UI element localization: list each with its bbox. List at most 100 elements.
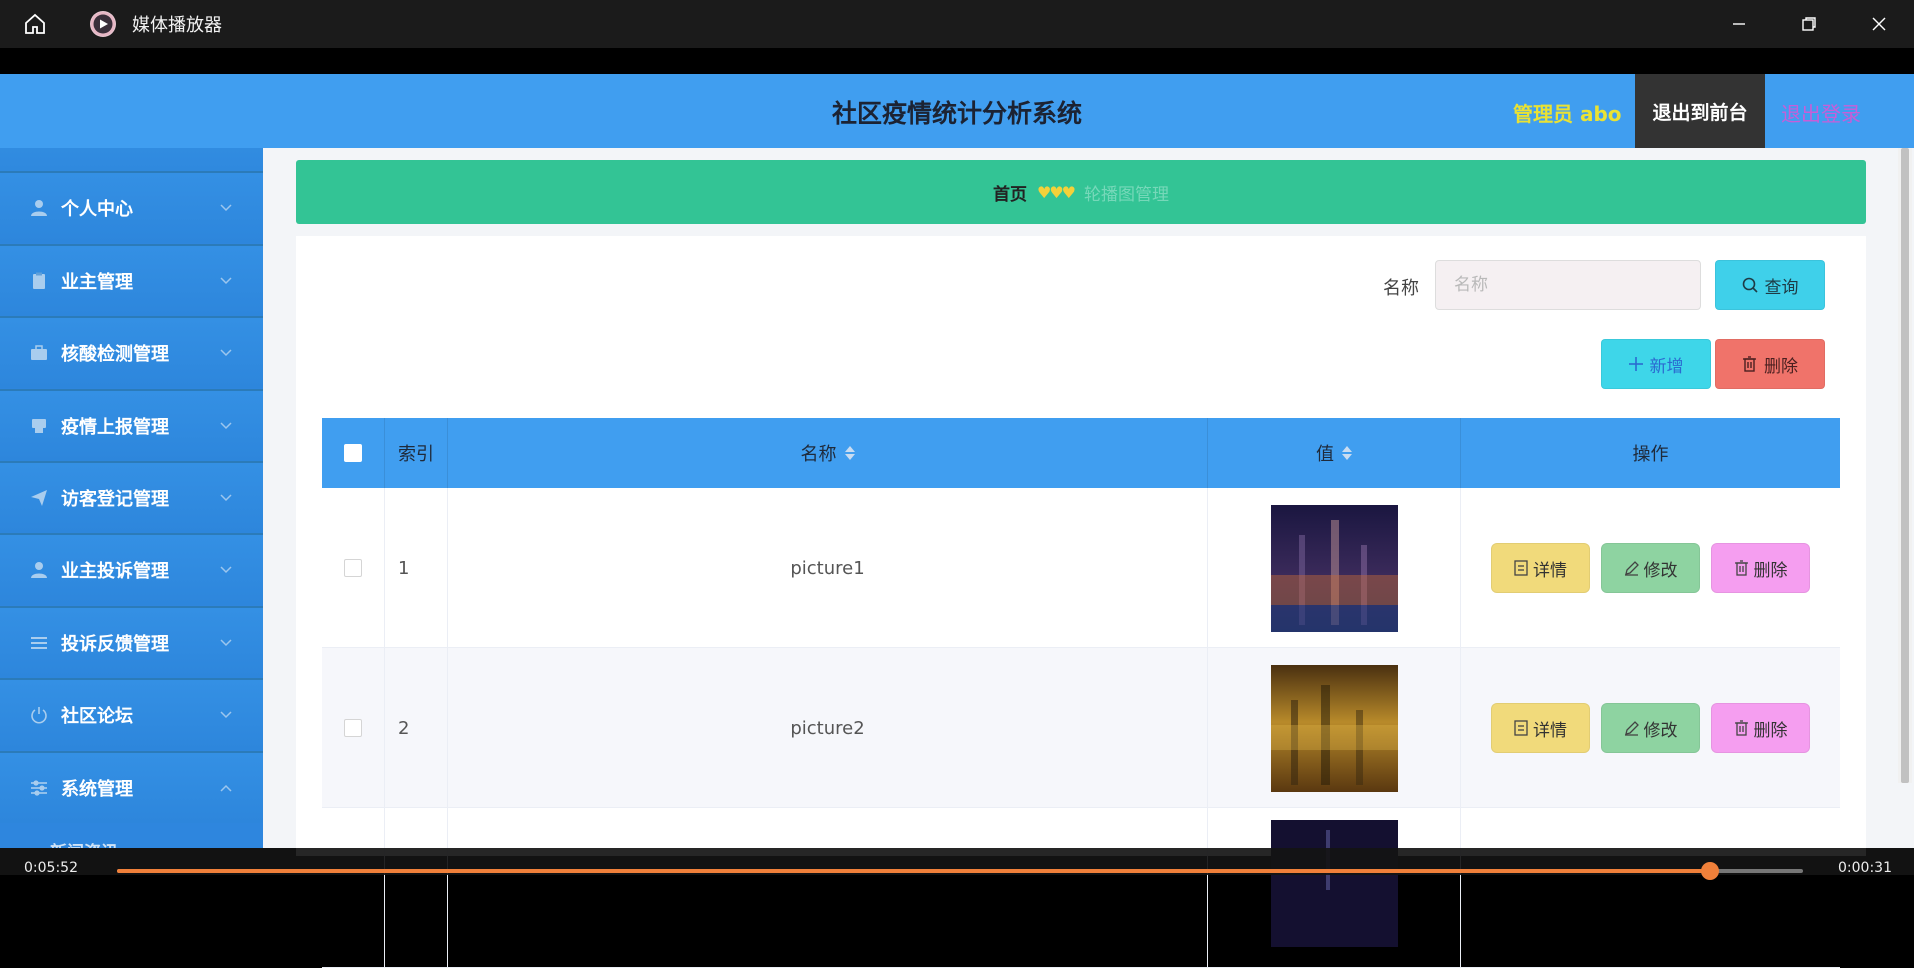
search-label: 名称 — [1383, 278, 1419, 299]
edit-button[interactable]: 修改 — [1601, 543, 1700, 593]
breadcrumb-home[interactable]: 首页 — [993, 180, 1027, 205]
detail-button-label: 详情 — [1533, 720, 1567, 741]
close-button[interactable] — [1844, 0, 1914, 48]
carousel-thumbnail — [1270, 504, 1398, 632]
chevron-down-icon — [219, 708, 233, 722]
chevron-down-icon — [219, 636, 233, 650]
operations-cell: 详情 修改 删除 — [1461, 488, 1840, 648]
trash-icon — [1734, 560, 1748, 576]
chevron-down-icon — [219, 419, 233, 433]
table-row: 2 picture2 详情 修改 删除 — [322, 648, 1840, 808]
sidebar-item-complaint-feedback-management[interactable]: 投诉反馈管理 — [0, 606, 263, 678]
header-value-label: 值 — [1316, 444, 1334, 465]
breadcrumb-current: 轮播图管理 — [1084, 184, 1170, 205]
sort-icon[interactable] — [1342, 446, 1352, 460]
app-title: 社区疫情统计分析系统 — [831, 99, 1082, 128]
document-icon — [1514, 720, 1528, 736]
name-cell: picture1 — [448, 488, 1208, 648]
sort-icon[interactable] — [844, 446, 855, 460]
select-all-checkbox[interactable] — [344, 444, 362, 462]
sidebar-item-community-forum[interactable]: 社区论坛 — [0, 678, 263, 750]
index-cell — [385, 808, 448, 968]
row-index: 1 — [398, 557, 410, 579]
chevron-down-icon — [219, 491, 233, 505]
plus-icon — [1628, 357, 1643, 371]
sidebar-item-owner-management[interactable]: 业主管理 — [0, 244, 263, 316]
edit-button-label: 修改 — [1643, 560, 1678, 581]
name-search-input[interactable] — [1435, 260, 1701, 310]
scrollbar-thumb[interactable] — [1901, 148, 1909, 783]
value-cell — [1208, 648, 1461, 808]
detail-button[interactable]: 详情 — [1491, 543, 1590, 593]
chevron-down-icon — [219, 563, 233, 577]
delete-button[interactable]: 删除 — [1711, 543, 1810, 593]
value-cell — [1208, 488, 1461, 648]
header-operations-label: 操作 — [1632, 444, 1669, 465]
query-button[interactable]: 查询 — [1715, 260, 1825, 310]
sidebar-item-label: 业主投诉管理 — [61, 561, 169, 582]
sidebar-item-label: 社区论坛 — [61, 706, 133, 727]
table-header: 索引 名称 值 操作 — [322, 418, 1840, 488]
batch-delete-button-label: 删除 — [1764, 356, 1798, 377]
add-button[interactable]: 新增 — [1601, 339, 1711, 389]
sidebar-item-system-management[interactable]: 系统管理 — [0, 751, 263, 823]
sidebar-item-nucleic-test-management[interactable]: 核酸检测管理 — [0, 316, 263, 388]
briefcase-icon — [28, 342, 50, 364]
seek-bar-progress — [117, 869, 1711, 873]
row-name: picture2 — [790, 717, 865, 739]
home-icon[interactable] — [18, 7, 52, 41]
sidebar-item-personal-center[interactable]: 个人中心 — [0, 171, 263, 243]
row-select-cell — [322, 808, 385, 968]
carousel-thumbnail — [1270, 820, 1398, 947]
admin-user-label: 管理员 abo — [1513, 102, 1622, 126]
power-icon — [28, 704, 50, 726]
restore-button[interactable] — [1774, 0, 1844, 48]
row-index: 2 — [398, 717, 410, 739]
header-value[interactable]: 值 — [1208, 418, 1461, 488]
header-name[interactable]: 名称 — [448, 418, 1208, 488]
header-operations: 操作 — [1461, 418, 1840, 488]
pencil-icon — [1624, 720, 1639, 736]
letterbox-bar — [0, 48, 1914, 74]
app-header: 社区疫情统计分析系统 管理员 abo 退出到前台 退出登录 — [0, 74, 1914, 148]
edit-button-label: 修改 — [1643, 720, 1678, 741]
row-name: picture1 — [790, 557, 865, 579]
sidebar-item-label: 核酸检测管理 — [61, 344, 169, 365]
page-scrollbar[interactable] — [1898, 148, 1912, 783]
add-button-label: 新增 — [1649, 356, 1684, 377]
sidebar-subitem-news[interactable]: 新闻资讯 — [50, 838, 118, 848]
edit-button[interactable]: 修改 — [1601, 703, 1700, 753]
document-icon — [1514, 560, 1528, 576]
sidebar-item-label: 业主管理 — [61, 272, 133, 293]
delete-button-label: 删除 — [1753, 720, 1788, 741]
logout-link[interactable]: 退出登录 — [1781, 98, 1861, 127]
heart-separator-icon: ♥♥♥ — [1036, 182, 1076, 202]
batch-delete-button[interactable]: 删除 — [1715, 339, 1825, 389]
sidebar-item-epidemic-report-management[interactable]: 疫情上报管理 — [0, 389, 263, 461]
sidebar-item-owner-complaint-management[interactable]: 业主投诉管理 — [0, 533, 263, 605]
remaining-time: 0:00:31 — [1838, 860, 1892, 876]
sidebar-item-label: 疫情上报管理 — [61, 417, 169, 438]
delete-button[interactable]: 删除 — [1711, 703, 1810, 753]
sliders-icon — [28, 777, 50, 799]
row-checkbox[interactable] — [344, 559, 362, 577]
row-checkbox[interactable] — [344, 719, 362, 737]
minimize-button[interactable] — [1704, 0, 1774, 48]
media-player-app-icon — [90, 11, 116, 37]
select-all-cell — [322, 418, 385, 488]
chevron-down-icon — [219, 274, 233, 288]
window-titlebar: 媒体播放器 — [0, 0, 1914, 48]
sidebar-item-visitor-registration-management[interactable]: 访客登记管理 — [0, 461, 263, 533]
detail-button[interactable]: 详情 — [1491, 703, 1590, 753]
user-icon — [28, 197, 50, 219]
sidebar: 个人中心 业主管理 核酸检测管理 疫情上报管理 访客登记管理 业主投诉管理 投诉… — [0, 148, 263, 848]
search-icon — [1742, 277, 1758, 293]
pencil-icon — [1624, 560, 1639, 576]
back-to-frontend-button[interactable]: 退出到前台 — [1635, 74, 1765, 148]
seek-bar[interactable] — [117, 862, 1803, 880]
sidebar-item-label: 投诉反馈管理 — [61, 634, 169, 655]
name-cell: picture2 — [448, 648, 1208, 808]
detail-button-label: 详情 — [1533, 560, 1567, 581]
main-content: 首页 ♥♥♥ 轮播图管理 名称 查询 新增 删除 索引 — [263, 148, 1914, 968]
header-index-label: 索引 — [398, 444, 434, 465]
